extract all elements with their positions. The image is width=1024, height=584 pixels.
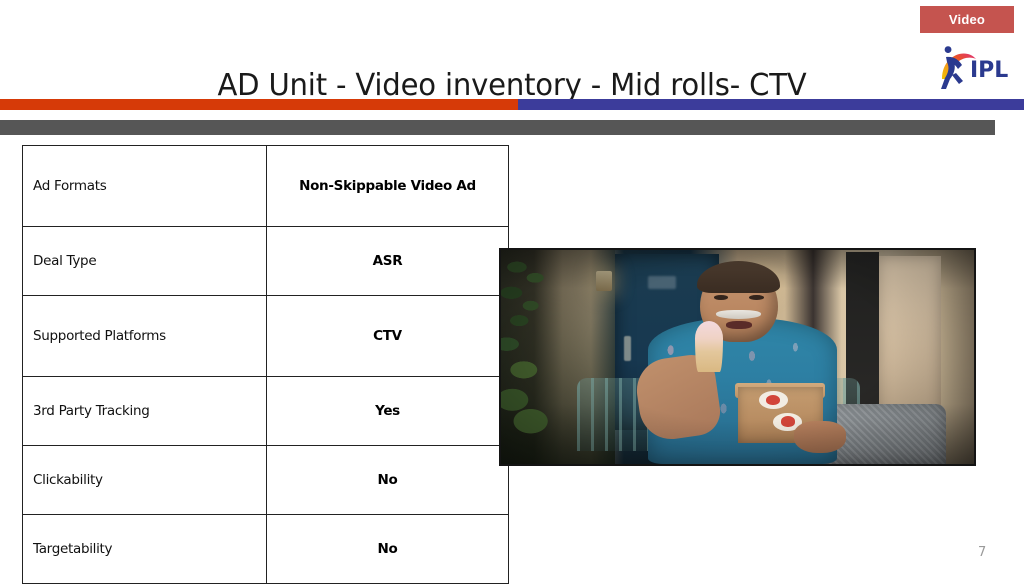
table-row: Clickability No: [22, 445, 509, 515]
table-row: Deal Type ASR: [22, 226, 509, 296]
table-row: 3rd Party Tracking Yes: [22, 376, 509, 446]
spec-label: Targetability: [22, 514, 267, 584]
spec-label: Ad Formats: [22, 145, 267, 227]
gray-divider-bar: [0, 120, 995, 135]
accent-bar: [0, 99, 1024, 110]
ad-spec-table: Ad Formats Non-Skippable Video Ad Deal T…: [22, 145, 509, 584]
spec-value: No: [266, 514, 509, 584]
ad-creative-still: [499, 248, 976, 466]
table-row: Supported Platforms CTV: [22, 295, 509, 377]
spec-label: Supported Platforms: [22, 295, 267, 377]
accent-bar-orange: [0, 99, 518, 110]
spec-value: Non-Skippable Video Ad: [266, 145, 509, 227]
spec-value: ASR: [266, 226, 509, 296]
table-row: Targetability No: [22, 514, 509, 584]
page-number: 7: [978, 545, 987, 560]
slide-title: AD Unit - Video inventory - Mid rolls- C…: [217, 68, 807, 103]
video-badge-label: Video: [948, 12, 986, 27]
spec-label: Clickability: [22, 445, 267, 515]
spec-value: CTV: [266, 295, 509, 377]
spec-label: 3rd Party Tracking: [22, 376, 267, 446]
accent-bar-blue: [518, 99, 1024, 110]
video-badge: Video: [920, 6, 1014, 33]
spec-value: Yes: [266, 376, 509, 446]
spec-value: No: [266, 445, 509, 515]
scene-vignette: [501, 250, 974, 464]
table-row: Ad Formats Non-Skippable Video Ad: [22, 145, 509, 227]
spec-label: Deal Type: [22, 226, 267, 296]
